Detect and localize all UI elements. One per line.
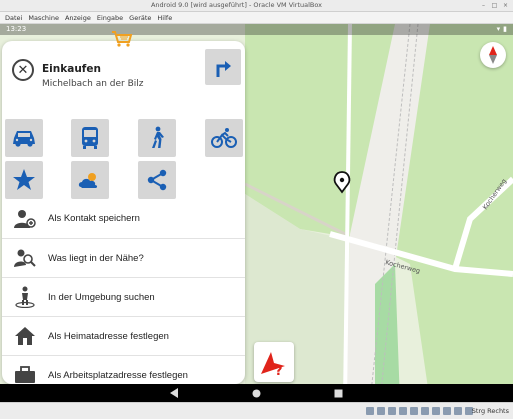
wifi-icon: ▾ — [496, 25, 501, 33]
window-controls: – □ × — [480, 2, 509, 9]
close-button[interactable]: ✕ — [12, 59, 34, 81]
vbox-statusbar: Strg Rechts — [0, 402, 513, 419]
menu-maschine[interactable]: Maschine — [28, 14, 59, 22]
navigation-help-button[interactable]: ? — [254, 342, 294, 382]
place-locality: Michelbach an der Bilz — [42, 79, 144, 89]
harddisk-icon[interactable] — [366, 407, 374, 415]
list-item-save-contact[interactable]: Als Kontakt speichern — [2, 199, 245, 238]
bicycle-route-button[interactable] — [205, 119, 243, 157]
list-item-label: Als Kontakt speichern — [48, 213, 140, 224]
list-item-label: Als Heimatadresse festlegen — [48, 330, 169, 342]
virtualbox-window: Android 9.0 [wird ausgeführt] - Oracle V… — [0, 0, 513, 419]
home-icon — [2, 317, 48, 355]
minimize-button[interactable]: – — [480, 2, 487, 9]
car-icon — [13, 131, 35, 147]
bus-route-button[interactable] — [71, 119, 109, 157]
list-item-label: In der Umgebung suchen — [48, 291, 155, 303]
list-item-nearby[interactable]: Was liegt in der Nähe? — [2, 238, 245, 277]
route-directions-icon — [216, 61, 231, 77]
recents-button[interactable] — [334, 388, 344, 398]
car-route-button[interactable] — [5, 119, 43, 157]
recording-icon[interactable] — [443, 407, 451, 415]
add-contact-icon — [2, 199, 48, 238]
share-icon — [147, 169, 167, 191]
route-button[interactable] — [205, 49, 241, 85]
menu-eingabe[interactable]: Eingabe — [97, 14, 123, 22]
star-icon — [13, 169, 35, 190]
android-navigation-bar — [0, 384, 513, 402]
menu-anzeige[interactable]: Anzeige — [65, 14, 91, 22]
place-name: Einkaufen — [42, 63, 101, 75]
svg-text:?: ? — [275, 364, 283, 377]
person-location-icon — [2, 278, 48, 316]
shared-folder-icon[interactable] — [421, 407, 429, 415]
home-button[interactable] — [252, 388, 262, 398]
list-item-set-work[interactable]: Als Arbeitsplatzadresse festlegen — [2, 355, 245, 384]
shopping-cart-icon — [108, 29, 136, 49]
close-window-button[interactable]: × — [502, 2, 509, 9]
battery-icon: ▮ — [503, 25, 507, 33]
home-circle-icon — [252, 389, 261, 397]
favorite-button[interactable] — [5, 161, 43, 199]
audio-icon[interactable] — [388, 407, 396, 415]
back-triangle-icon — [170, 388, 178, 398]
menu-geraete[interactable]: Geräte — [129, 14, 151, 22]
display-icon[interactable] — [432, 407, 440, 415]
place-details-panel: ✕ Einkaufen Michelbach an der Bilz Als K… — [2, 41, 245, 384]
bicycle-icon — [211, 128, 237, 148]
list-item-label: Als Arbeitsplatzadresse festlegen — [48, 369, 188, 381]
maximize-button[interactable]: □ — [491, 2, 498, 9]
optical-drive-icon[interactable] — [377, 407, 385, 415]
share-button[interactable] — [138, 161, 176, 199]
compass-icon — [489, 46, 497, 64]
host-key-label: Strg Rechts — [471, 407, 509, 415]
vbox-device-icons — [366, 407, 473, 415]
pedestrian-icon — [152, 126, 164, 148]
back-button[interactable] — [170, 388, 180, 398]
menu-hilfe[interactable]: Hilfe — [157, 14, 172, 22]
walk-route-button[interactable] — [138, 119, 176, 157]
compass-button[interactable] — [480, 42, 506, 68]
weather-button[interactable] — [71, 161, 109, 199]
briefcase-icon — [2, 356, 48, 384]
window-title: Android 9.0 [wird ausgeführt] - Oracle V… — [150, 1, 323, 9]
list-item-label: Was liegt in der Nähe? — [48, 252, 144, 264]
actions-list: Als Kontakt speichern Was liegt in der N… — [2, 199, 245, 384]
android-screen: Kocherweg Kocherweg 13:23 ▾ ▮ ✕ Einkaufe… — [0, 24, 513, 402]
window-titlebar: Android 9.0 [wird ausgeführt] - Oracle V… — [0, 0, 513, 12]
usb-icon[interactable] — [410, 407, 418, 415]
navigation-arrow-icon: ? — [261, 352, 285, 377]
list-item-search-area[interactable]: In der Umgebung suchen — [2, 277, 245, 316]
android-status-bar: 13:23 ▾ ▮ — [0, 24, 513, 35]
cpu-icon[interactable] — [454, 407, 462, 415]
menu-datei[interactable]: Datei — [5, 14, 22, 22]
list-item-set-home[interactable]: Als Heimatadresse festlegen — [2, 316, 245, 355]
weather-icon — [78, 173, 98, 188]
place-header: ✕ Einkaufen Michelbach an der Bilz — [2, 41, 245, 111]
bus-icon — [82, 127, 98, 149]
status-icons: ▾ ▮ — [497, 25, 507, 33]
status-time: 13:23 — [6, 25, 27, 33]
network-icon[interactable] — [399, 407, 407, 415]
recents-square-icon — [334, 389, 343, 397]
person-search-icon — [2, 239, 48, 277]
menubar: Datei Maschine Anzeige Eingabe Geräte Hi… — [0, 12, 513, 24]
